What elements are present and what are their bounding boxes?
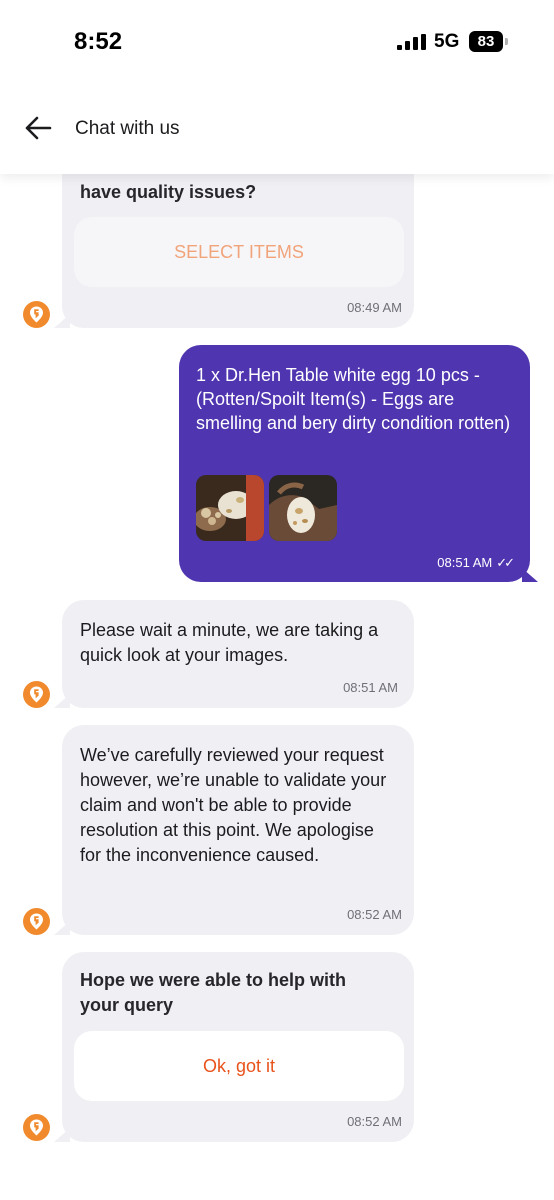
message-text: 1 x Dr.Hen Table white egg 10 pcs - (Rot… (196, 365, 511, 433)
ok-got-it-button[interactable]: Ok, got it (74, 1031, 404, 1101)
message-text: Please wait a minute, we are taking a qu… (80, 620, 379, 665)
message-timestamp: 08:51 AM (343, 680, 398, 695)
double-check-icon: ✓✓ (496, 555, 515, 570)
status-bar: 8:52 5G 83 (0, 0, 554, 82)
battery-level: 83 (469, 31, 503, 52)
message-timestamp: 08:49 AM (347, 300, 402, 315)
message-timestamp: 08:52 AM (347, 1114, 402, 1129)
agent-message: We’ve carefully reviewed your request ho… (54, 725, 414, 935)
battery-cap (505, 38, 508, 45)
message-text: have quality issues? (80, 182, 257, 202)
message-timestamp: 08:52 AM (347, 907, 402, 922)
status-time: 8:52 (74, 28, 123, 55)
select-items-button[interactable]: SELECT ITEMS (74, 217, 404, 287)
chat-header: Chat with us (0, 82, 554, 174)
attached-image-thumbnail[interactable] (196, 475, 264, 541)
chat-thread: have quality issues? SELECT ITEMS 08:49 … (0, 0, 554, 1200)
agent-avatar-icon (23, 681, 50, 708)
agent-message: Please wait a minute, we are taking a qu… (54, 600, 414, 708)
message-timestamp: 08:51 AM ✓✓ (437, 555, 515, 571)
agent-message: Hope we were able to help with your quer… (54, 952, 414, 1142)
arrow-left-icon[interactable] (24, 114, 52, 142)
agent-avatar-icon (23, 301, 50, 328)
message-text: Hope we were able to help with your quer… (80, 970, 347, 1015)
battery-icon: 83 (469, 31, 511, 52)
message-time: 08:51 AM (437, 555, 493, 570)
cellular-signal-icon (397, 34, 426, 50)
message-text: We’ve carefully reviewed your request ho… (80, 745, 387, 865)
agent-avatar-icon (23, 1114, 50, 1141)
attached-image-thumbnail[interactable] (269, 475, 337, 541)
page-title: Chat with us (75, 118, 180, 139)
network-type: 5G (434, 31, 460, 52)
user-message: 1 x Dr.Hen Table white egg 10 pcs - (Rot… (179, 345, 538, 582)
agent-avatar-icon (23, 908, 50, 935)
